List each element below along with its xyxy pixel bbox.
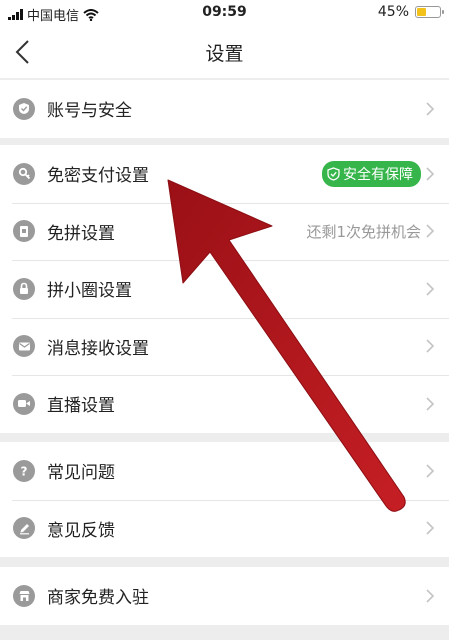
ticket-icon	[13, 220, 35, 243]
question-icon: ?	[13, 459, 35, 482]
settings-row-hint: 还剩1次免拼机会	[306, 222, 421, 241]
settings-row-right	[425, 80, 435, 138]
chevron-right-icon	[426, 589, 435, 603]
nav-bar: 设置	[0, 26, 449, 78]
settings-row-right: 还剩1次免拼机会	[306, 203, 435, 261]
status-right: 45%	[377, 4, 444, 20]
settings-row[interactable]: 意见反馈	[0, 499, 449, 558]
settings-row-right	[425, 500, 435, 558]
key-icon	[13, 162, 35, 185]
settings-row[interactable]: ? 常见问题	[0, 442, 449, 500]
chevron-right-icon	[426, 102, 435, 116]
settings-row[interactable]: 免密支付设置 安全有保障	[0, 145, 449, 203]
settings-row-right	[425, 318, 435, 376]
chevron-right-icon	[426, 397, 435, 411]
settings-row[interactable]: 消息接收设置	[0, 317, 449, 376]
settings-group: ? 常见问题意见反馈	[0, 442, 449, 557]
battery-fill	[417, 8, 426, 16]
settings-row-label: 消息接收设置	[47, 338, 149, 359]
store-icon	[13, 584, 35, 607]
svg-text:?: ?	[21, 464, 28, 478]
settings-row[interactable]: 商家免费入驻	[0, 567, 449, 625]
battery-icon	[415, 6, 444, 18]
settings-row-right	[425, 375, 435, 433]
settings-row-label: 拼小圈设置	[47, 281, 132, 302]
settings-row-label: 直播设置	[47, 396, 115, 417]
lock-icon	[13, 277, 35, 300]
settings-row-right	[425, 442, 435, 500]
pencil-icon	[13, 517, 35, 540]
settings-row-label: 商家免费入驻	[47, 588, 149, 609]
security-badge: 安全有保障	[322, 160, 421, 187]
envelope-icon	[13, 335, 35, 358]
settings-row-right: 安全有保障	[322, 145, 435, 203]
status-bar: 中国电信 09:59 45%	[0, 0, 449, 26]
chevron-right-icon	[426, 339, 435, 353]
chevron-right-icon	[426, 167, 435, 181]
settings-row-right	[425, 567, 435, 625]
chevron-right-icon	[426, 464, 435, 478]
settings-group: 免密支付设置 安全有保障免拼设置 还剩1次免拼机会拼小圈设置消息接收设置 直播设置	[0, 145, 449, 433]
shield-check-icon	[327, 167, 340, 181]
page-title: 设置	[205, 43, 244, 65]
chevron-right-icon	[426, 282, 435, 296]
battery-percent: 45%	[377, 4, 409, 20]
chevron-right-icon	[426, 224, 435, 238]
settings-row-label: 常见问题	[47, 463, 115, 484]
security-badge-label: 安全有保障	[343, 166, 413, 183]
video-camera-icon	[13, 392, 35, 415]
settings-row[interactable]: 免拼设置 还剩1次免拼机会	[0, 202, 449, 261]
settings-row-label: 免拼设置	[47, 223, 115, 244]
settings-row-label: 免密支付设置	[47, 166, 149, 187]
settings-row[interactable]: 拼小圈设置	[0, 260, 449, 318]
settings-group: 商家免费入驻	[0, 567, 449, 625]
settings-row[interactable]: 直播设置	[0, 375, 449, 433]
settings-row-label: 账号与安全	[47, 101, 132, 122]
settings-group: 账号与安全	[0, 80, 449, 138]
settings-row[interactable]: 账号与安全	[0, 80, 449, 138]
settings-row-label: 意见反馈	[47, 520, 115, 541]
shield-check-icon	[13, 97, 35, 120]
chevron-right-icon	[426, 521, 435, 535]
settings-row-right	[425, 260, 435, 318]
